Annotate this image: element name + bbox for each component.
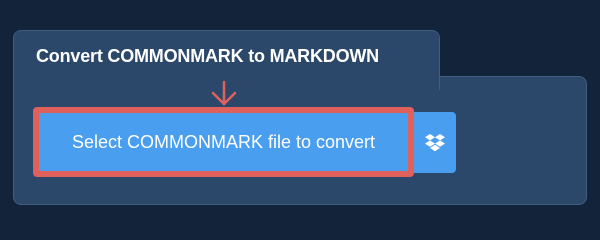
panel-tab-join <box>14 72 439 80</box>
dropbox-button[interactable] <box>414 112 456 173</box>
select-file-button-body[interactable]: Select COMMONMARK file to convert <box>39 113 408 171</box>
panel-title: Convert COMMONMARK to MARKDOWN <box>36 46 379 66</box>
dropbox-icon <box>425 133 445 151</box>
converter-page: Convert COMMONMARK to MARKDOWN Select CO… <box>0 0 600 230</box>
arrow-down-icon <box>211 80 237 106</box>
select-file-button-label: Select COMMONMARK file to convert <box>71 131 376 152</box>
select-file-button[interactable]: Select COMMONMARK file to convert <box>33 107 414 177</box>
